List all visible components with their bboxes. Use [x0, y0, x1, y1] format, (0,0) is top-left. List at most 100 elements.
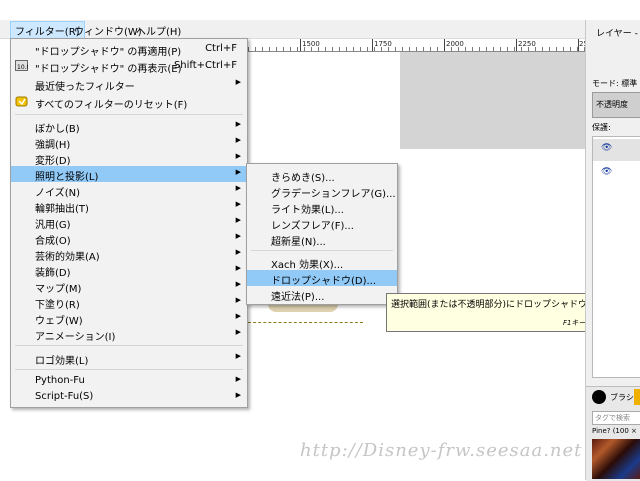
layer-mode-label[interactable]: モード: 標準	[592, 78, 637, 89]
menu-help[interactable]: ヘルプ(H)	[132, 22, 185, 39]
opacity-label: 不透明度	[596, 100, 628, 109]
menu-item-reapply[interactable]: "ドロップシャドウ" の再適用(P) Ctrl+F	[11, 41, 247, 58]
layers-list[interactable]: 👁 👁	[592, 136, 640, 378]
submenu-item-gradient-flare[interactable]: グラデーションフレア(G)...	[247, 183, 397, 200]
submenu-item-sparkle[interactable]: きらめき(S)...	[247, 167, 397, 184]
menu-item-decor[interactable]: 装飾(D) ▶	[11, 262, 247, 279]
brush-icon[interactable]	[592, 390, 606, 404]
menu-item-label: Xach 効果(X)...	[271, 260, 344, 271]
submenu-arrow-icon: ▶	[235, 200, 241, 208]
menu-item-light-and-shadow[interactable]: 照明と投影(L) ▶	[11, 166, 247, 183]
menu-item-label: すべてのフィルターのリセット(F)	[35, 100, 188, 111]
submenu-arrow-icon: ▶	[235, 352, 241, 360]
menu-item-python-fu[interactable]: Python-Fu ▶	[11, 373, 247, 389]
filters-menu: "ドロップシャドウ" の再適用(P) Ctrl+F 10.0 "ドロップシャドウ…	[10, 38, 248, 408]
reshow-icon: 10.0	[15, 59, 31, 72]
menu-item-combine[interactable]: 合成(O) ▶	[11, 230, 247, 247]
menu-item-label: 輪郭抽出(T)	[35, 204, 89, 215]
submenu-item-drop-shadow[interactable]: ドロップシャドウ(D)...	[247, 270, 397, 287]
submenu-item-supernova[interactable]: 超新星(N)...	[247, 231, 397, 248]
menu-item-label: ノイズ(N)	[35, 188, 80, 199]
menu-item-web[interactable]: ウェブ(W) ▶	[11, 310, 247, 327]
menu-item-label: グラデーションフレア(G)...	[271, 189, 396, 200]
menu-item-generic[interactable]: 汎用(G) ▶	[11, 214, 247, 231]
brushes-label: ブラシ	[610, 393, 634, 402]
submenu-arrow-icon: ▶	[235, 391, 241, 399]
menu-item-label: 強調(H)	[35, 140, 71, 151]
submenu-item-perspective[interactable]: 遠近法(P)...	[247, 286, 397, 303]
menu-item-reshow[interactable]: 10.0 "ドロップシャドウ" の再表示(E) Shift+Ctrl+F	[11, 58, 247, 75]
menu-separator	[251, 250, 393, 251]
menu-separator	[15, 345, 243, 346]
submenu-arrow-icon: ▶	[235, 78, 241, 86]
menu-item-label: 遠近法(P)...	[271, 292, 325, 303]
reset-icon	[15, 95, 28, 108]
menu-item-render[interactable]: 下塗り(R) ▶	[11, 294, 247, 311]
menu-separator	[15, 369, 243, 370]
submenu-item-lens-flare[interactable]: レンズフレア(F)...	[247, 215, 397, 232]
submenu-arrow-icon: ▶	[235, 328, 241, 336]
ruler-label: 2000	[446, 40, 464, 48]
submenu-arrow-icon: ▶	[235, 216, 241, 224]
dock-title: レイヤー -	[596, 29, 638, 39]
menu-item-script-fu[interactable]: Script-Fu(S) ▶	[11, 389, 247, 405]
menu-item-label: Python-Fu	[35, 375, 85, 386]
menu-item-noise[interactable]: ノイズ(N) ▶	[11, 182, 247, 199]
ruler-label: 2250	[518, 40, 536, 48]
menu-item-alpha-to-logo[interactable]: ロゴ効果(L) ▶	[11, 350, 247, 367]
menu-item-label: ライト効果(L)...	[271, 205, 344, 216]
ruler-label: 1500	[302, 40, 320, 48]
layers-dock: レイヤー - モード: 標準 不透明度 保護: 👁 👁 ブラシ タグで検索 Pi…	[585, 20, 640, 481]
menu-item-label: 変形(D)	[35, 156, 71, 167]
ruler-label: 1750	[374, 40, 392, 48]
menu-item-enhance[interactable]: 強調(H) ▶	[11, 134, 247, 151]
menu-item-animation[interactable]: アニメーション(I) ▶	[11, 326, 247, 343]
menu-item-label: 装飾(D)	[35, 268, 71, 279]
menu-item-reset-all[interactable]: すべてのフィルターのリセット(F)	[11, 94, 247, 111]
brush-preview[interactable]	[592, 439, 640, 479]
canvas-background	[400, 52, 585, 149]
brush-name: Pine? (100 ×	[592, 427, 637, 435]
menu-item-label: 下塗り(R)	[35, 300, 80, 311]
menu-item-label: ぼかし(B)	[35, 124, 80, 135]
submenu-arrow-icon: ▶	[235, 296, 241, 304]
menu-item-artistic[interactable]: 芸術的効果(A) ▶	[11, 246, 247, 263]
menu-item-label: "ドロップシャドウ" の再適用(P)	[35, 47, 182, 58]
brush-tab-indicator[interactable]	[634, 389, 640, 405]
opacity-field[interactable]: 不透明度	[592, 92, 640, 118]
submenu-arrow-icon: ▶	[235, 136, 241, 144]
menubar: フィルター(R) ウィンドウ(W) ヘルプ(H)	[0, 20, 585, 40]
menu-item-blur[interactable]: ぼかし(B) ▶	[11, 118, 247, 135]
submenu-arrow-icon: ▶	[235, 184, 241, 192]
submenu-arrow-icon: ▶	[235, 312, 241, 320]
submenu-item-xach-effect[interactable]: Xach 効果(X)...	[247, 254, 397, 271]
menu-item-label: 照明と投影(L)	[35, 172, 99, 183]
eye-icon[interactable]: 👁	[601, 167, 612, 177]
tag-search-input[interactable]: タグで検索	[592, 411, 640, 425]
submenu-arrow-icon: ▶	[235, 152, 241, 160]
menu-item-edge-detect[interactable]: 輪郭抽出(T) ▶	[11, 198, 247, 215]
menu-item-label: Script-Fu(S)	[35, 391, 94, 402]
brushes-panel: ブラシ タグで検索 Pine? (100 ×	[586, 386, 640, 481]
image-selection	[248, 304, 363, 323]
svg-text:10.0: 10.0	[17, 64, 28, 71]
submenu-arrow-icon: ▶	[235, 232, 241, 240]
menu-item-map[interactable]: マップ(M) ▶	[11, 278, 247, 295]
menu-item-distorts[interactable]: 変形(D) ▶	[11, 150, 247, 167]
submenu-arrow-icon: ▶	[235, 375, 241, 383]
menu-item-label: レンズフレア(F)...	[271, 221, 354, 232]
menu-item-label: 汎用(G)	[35, 220, 71, 231]
horizontal-ruler[interactable]: 1500 1750 2000 2250 25	[248, 39, 588, 52]
menu-item-label: 合成(O)	[35, 236, 71, 247]
tag-search-placeholder: タグで検索	[595, 414, 630, 422]
menu-separator	[15, 114, 243, 115]
lock-label: 保護:	[592, 123, 611, 132]
watermark: http://Disney-frw.seesaa.net	[300, 440, 583, 461]
shortcut-label: Ctrl+F	[205, 43, 237, 54]
menu-item-recent-filters[interactable]: 最近使ったフィルター ▶	[11, 76, 247, 93]
submenu-arrow-icon: ▶	[235, 168, 241, 176]
submenu-item-lighting-effects[interactable]: ライト効果(L)...	[247, 199, 397, 216]
menu-item-label: 芸術的効果(A)	[35, 252, 100, 263]
menu-item-label: ウェブ(W)	[35, 316, 83, 327]
eye-icon[interactable]: 👁	[601, 143, 612, 153]
